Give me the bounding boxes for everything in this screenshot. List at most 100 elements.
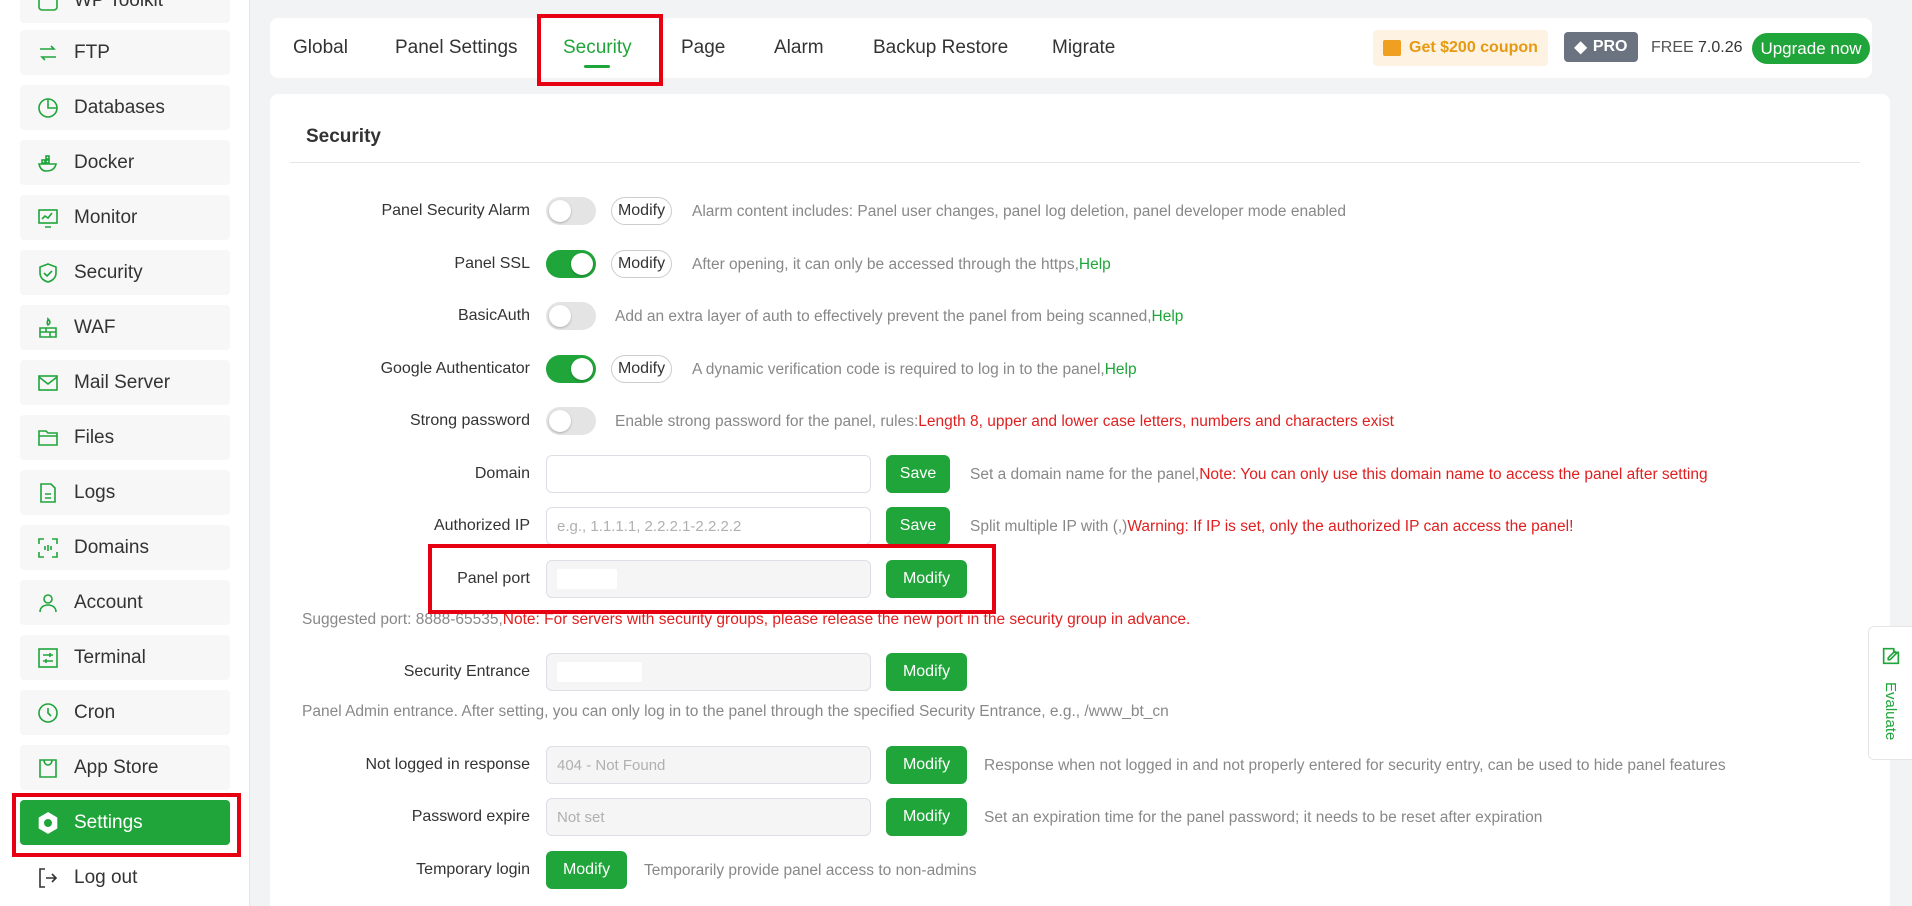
security-entrance-input[interactable] xyxy=(546,653,871,691)
authorized-ip-desc: Split multiple IP with (,)Warning: If IP… xyxy=(970,518,1573,536)
panel-security-alarm-toggle[interactable] xyxy=(546,197,596,225)
security-entrance-modify-button[interactable]: Modify xyxy=(886,653,967,691)
sidebar-item-account[interactable]: Account xyxy=(20,580,230,625)
sidebar-item-cron[interactable]: Cron xyxy=(20,690,230,735)
password-expire-label: Password expire xyxy=(411,808,530,825)
sidebar-item-settings[interactable]: Settings xyxy=(20,800,230,845)
coupon-label: Get $200 coupon xyxy=(1409,39,1538,56)
authorized-ip-label: Authorized IP xyxy=(433,517,530,534)
tab-security[interactable]: Security xyxy=(563,18,632,78)
authorized-ip-save-button[interactable]: Save xyxy=(886,507,950,545)
tab-panel-settings[interactable]: Panel Settings xyxy=(395,18,518,78)
clock-icon xyxy=(36,701,60,725)
tab-alarm[interactable]: Alarm xyxy=(774,18,824,78)
sidebar-item-logout[interactable]: Log out xyxy=(20,855,230,900)
google-authenticator-label: Google Authenticator xyxy=(380,360,530,377)
sidebar-item-label: Settings xyxy=(74,811,143,833)
sidebar: WP Toolkit FTP Databases Docker Monitor … xyxy=(0,0,250,906)
sidebar-item-monitor[interactable]: Monitor xyxy=(20,195,230,240)
not-logged-response-modify-button[interactable]: Modify xyxy=(886,746,967,784)
sidebar-item-waf[interactable]: WAF xyxy=(20,305,230,350)
domain-icon xyxy=(36,536,60,560)
panel-security-alarm-label: Panel Security Alarm xyxy=(381,202,530,219)
panel-ssl-help-link[interactable]: Help xyxy=(1079,256,1111,273)
security-entrance-label: Security Entrance xyxy=(403,663,530,680)
coupon-icon xyxy=(1383,40,1401,56)
panel-ssl-toggle[interactable] xyxy=(546,250,596,278)
tab-migrate[interactable]: Migrate xyxy=(1052,18,1115,78)
section-divider xyxy=(290,162,1860,163)
sidebar-item-mail-server[interactable]: Mail Server xyxy=(20,360,230,405)
panel-port-label: Panel port xyxy=(457,570,530,587)
basicauth-label: BasicAuth xyxy=(457,307,530,324)
sidebar-item-databases[interactable]: Databases xyxy=(20,85,230,130)
authorized-ip-input[interactable]: e.g., 1.1.1.1, 2.2.2.1-2.2.2.2 xyxy=(546,507,871,545)
basicauth-desc-text: Add an extra layer of auth to effectivel… xyxy=(615,308,1152,325)
folder-icon xyxy=(36,426,60,450)
temporary-login-desc: Temporarily provide panel access to non-… xyxy=(644,862,977,879)
sidebar-item-label: Monitor xyxy=(74,206,138,228)
google-authenticator-help-link[interactable]: Help xyxy=(1105,361,1137,378)
sidebar-item-domains[interactable]: Domains xyxy=(20,525,230,570)
sidebar-item-label: Account xyxy=(74,591,143,613)
strong-password-toggle[interactable] xyxy=(546,407,596,435)
password-expire-input[interactable]: Not set xyxy=(546,798,871,836)
ftp-icon xyxy=(36,41,60,65)
sidebar-item-docker[interactable]: Docker xyxy=(20,140,230,185)
strong-password-rule: Length 8, upper and lower case letters, … xyxy=(918,413,1394,430)
domain-input[interactable] xyxy=(546,455,871,493)
panel-security-alarm-modify-button[interactable]: Modify xyxy=(611,197,672,225)
upgrade-button[interactable]: Upgrade now xyxy=(1752,33,1870,64)
sidebar-item-ftp[interactable]: FTP xyxy=(20,30,230,75)
panel-ssl-modify-button[interactable]: Modify xyxy=(611,250,672,278)
google-authenticator-toggle[interactable] xyxy=(546,355,596,383)
sidebar-item-label: Terminal xyxy=(74,646,146,668)
firewall-icon xyxy=(36,316,60,340)
settings-tab-bar: Global Panel Settings Security Page Alar… xyxy=(270,18,1872,78)
pro-badge[interactable]: ◆ PRO xyxy=(1564,32,1638,62)
evaluate-button[interactable]: Evaluate xyxy=(1868,626,1912,760)
docker-icon xyxy=(36,151,60,175)
sidebar-item-logs[interactable]: Logs xyxy=(20,470,230,515)
password-expire-modify-button[interactable]: Modify xyxy=(886,798,967,836)
domain-save-button[interactable]: Save xyxy=(886,455,950,493)
shield-icon xyxy=(36,261,60,285)
sidebar-item-security[interactable]: Security xyxy=(20,250,230,295)
tab-backup-restore[interactable]: Backup Restore xyxy=(873,18,1008,78)
sidebar-item-terminal[interactable]: Terminal xyxy=(20,635,230,680)
domain-desc: Set a domain name for the panel,Note: Yo… xyxy=(970,466,1708,484)
sidebar-item-app-store[interactable]: App Store xyxy=(20,745,230,790)
panel-port-suggestion: Suggested port: 8888-65535,Note: For ser… xyxy=(302,611,1190,629)
sidebar-item-wp-toolkit[interactable]: WP Toolkit xyxy=(20,0,230,23)
tab-page[interactable]: Page xyxy=(681,18,725,78)
panel-ssl-desc-text: After opening, it can only be accessed t… xyxy=(692,256,1079,273)
sidebar-item-label: FTP xyxy=(74,41,110,63)
google-authenticator-modify-button[interactable]: Modify xyxy=(611,355,672,383)
basicauth-help-link[interactable]: Help xyxy=(1152,308,1184,325)
evaluate-label: Evaluate xyxy=(1882,682,1899,741)
sidebar-item-label: WP Toolkit xyxy=(74,0,164,11)
panel-port-input[interactable] xyxy=(546,560,871,598)
logout-icon xyxy=(36,866,60,890)
not-logged-response-input[interactable]: 404 - Not Found xyxy=(546,746,871,784)
basicauth-toggle[interactable] xyxy=(546,302,596,330)
sidebar-item-label: Docker xyxy=(74,151,135,173)
domain-desc-text: Set a domain name for the panel, xyxy=(970,466,1200,483)
log-icon xyxy=(36,481,60,505)
active-tab-indicator xyxy=(584,65,611,68)
sidebar-item-label: App Store xyxy=(74,756,159,778)
basicauth-desc: Add an extra layer of auth to effectivel… xyxy=(615,308,1183,326)
free-label: FREE xyxy=(1651,39,1694,56)
sidebar-item-files[interactable]: Files xyxy=(20,415,230,460)
strong-password-label: Strong password xyxy=(409,412,530,429)
panel-port-suggestion-text: Suggested port: 8888-65535, xyxy=(302,611,503,628)
coupon-button[interactable]: Get $200 coupon xyxy=(1373,30,1548,66)
panel-port-modify-button[interactable]: Modify xyxy=(886,560,967,598)
temporary-login-modify-button[interactable]: Modify xyxy=(546,851,627,889)
not-logged-response-label: Not logged in response xyxy=(365,756,530,773)
edit-icon xyxy=(1880,645,1902,672)
tab-global[interactable]: Global xyxy=(293,18,348,78)
diamond-icon: ◆ xyxy=(1574,39,1587,56)
panel-ssl-label: Panel SSL xyxy=(454,255,530,272)
not-logged-response-desc: Response when not logged in and not prop… xyxy=(984,757,1726,774)
